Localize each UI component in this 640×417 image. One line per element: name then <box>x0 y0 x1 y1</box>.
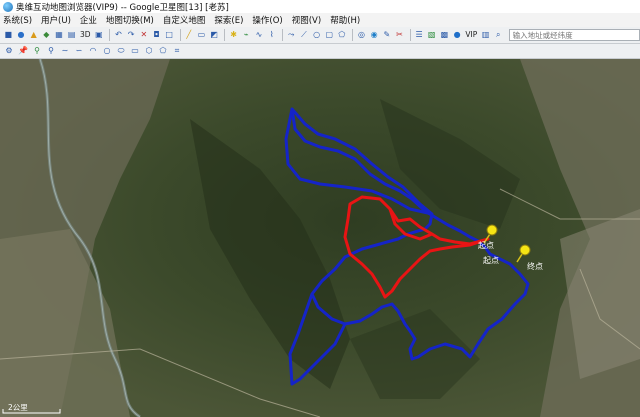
start-label-secondary: 起点 <box>483 256 499 265</box>
scissors-icon[interactable]: ✂ <box>394 29 405 41</box>
node-edit-icon[interactable]: ⌗ <box>171 45 183 57</box>
ellipse-icon[interactable]: ⬭ <box>115 45 127 57</box>
track-icon[interactable]: ⌁ <box>241 29 252 41</box>
menu-map-switch[interactable]: 地图切换(M) <box>106 14 154 26</box>
star-icon[interactable]: ✱ <box>228 29 239 41</box>
menu-system[interactable]: 系统(S) <box>3 14 32 26</box>
scale-label: 2公里 <box>8 403 28 412</box>
info-icon[interactable]: ▧ <box>426 29 437 41</box>
user-icon[interactable]: ● <box>16 29 27 41</box>
measure-icon[interactable]: ▭ <box>196 29 207 41</box>
undo-icon[interactable]: ↶ <box>113 29 124 41</box>
arc-icon[interactable]: ◠ <box>87 45 99 57</box>
menu-view[interactable]: 视图(V) <box>292 14 321 26</box>
area-icon[interactable]: ◩ <box>209 29 220 41</box>
route-icon[interactable]: ⤳ <box>286 29 297 41</box>
map-icon[interactable]: ▣ <box>94 29 105 41</box>
pin-green-icon[interactable]: ⚲ <box>31 45 43 57</box>
lock-icon[interactable]: ◘ <box>151 29 162 41</box>
tile-icon[interactable]: ▤ <box>66 29 77 41</box>
pin-yellow-icon[interactable]: 📌 <box>17 45 29 57</box>
list-icon[interactable]: ☰ <box>414 29 425 41</box>
menu-explore[interactable]: 探索(E) <box>214 14 243 26</box>
vip-button[interactable]: VIP <box>464 29 478 41</box>
save-icon[interactable]: ■ <box>3 29 14 41</box>
edit-icon[interactable]: ✎ <box>381 29 392 41</box>
toolbar-separator <box>224 29 226 41</box>
vip-icon[interactable]: ● <box>452 29 463 41</box>
app-logo-icon <box>3 1 13 12</box>
pin-blue-icon[interactable]: ⚲ <box>45 45 57 57</box>
drawing-toolbar: ⚙ 📌 ⚲ ⚲ ∼ ∽ ◠ ○ ⬭ ▭ ⬡ ⬠ ⌗ <box>0 44 640 59</box>
menu-operation[interactable]: 操作(O) <box>252 14 282 26</box>
grid-icon[interactable]: ▦ <box>54 29 65 41</box>
toolbar-separator <box>352 29 354 41</box>
satellite-map[interactable]: 起点 起点 终点 2公里 <box>0 59 640 417</box>
search-input[interactable] <box>508 29 640 41</box>
map-canvas[interactable] <box>0 59 640 417</box>
polygon-icon[interactable]: ⬠ <box>337 29 348 41</box>
title-bar: 奥维互动地图浏览器(VIP9) -- Google卫星图[13] [老苏] <box>0 0 640 13</box>
freehand-icon[interactable]: ∼ <box>59 45 71 57</box>
select-icon[interactable]: □ <box>164 29 175 41</box>
polyline-icon[interactable]: ∿ <box>254 29 265 41</box>
menu-enterprise[interactable]: 企业 <box>80 14 97 26</box>
menu-bar: 系统(S) 用户(U) 企业 地图切换(M) 自定义地图 探索(E) 操作(O)… <box>0 13 640 27</box>
globe-icon[interactable]: ◉ <box>369 29 380 41</box>
path-icon[interactable]: ⌇ <box>266 29 277 41</box>
toolbar-separator <box>109 29 111 41</box>
share-icon[interactable]: ▥ <box>480 29 491 41</box>
home-icon[interactable]: ▲ <box>28 29 39 41</box>
ruler-icon[interactable]: ╱ <box>183 29 194 41</box>
window-title: 奥维互动地图浏览器(VIP9) -- Google卫星图[13] [老苏] <box>16 2 229 13</box>
3d-button[interactable]: 3D <box>79 29 92 41</box>
redo-icon[interactable]: ↷ <box>126 29 137 41</box>
search-icon[interactable]: ⌕ <box>493 29 504 41</box>
clear-icon[interactable]: ✕ <box>138 29 149 41</box>
shape-icon[interactable]: ⬠ <box>157 45 169 57</box>
main-toolbar: ■ ● ▲ ◆ ▦ ▤ 3D ▣ ↶ ↷ ✕ ◘ □ ╱ ▭ ◩ ✱ ⌁ ∿ ⌇… <box>0 27 640 44</box>
chat-icon[interactable]: ▩ <box>439 29 450 41</box>
draw-line-icon[interactable]: ⟋ <box>299 29 310 41</box>
hexagon-icon[interactable]: ⬡ <box>143 45 155 57</box>
circle-icon[interactable]: ○ <box>311 29 322 41</box>
toolbar-separator <box>281 29 283 41</box>
menu-user[interactable]: 用户(U) <box>41 14 71 26</box>
toolbar-separator <box>409 29 411 41</box>
curve-icon[interactable]: ∽ <box>73 45 85 57</box>
rectangle-icon[interactable]: ▢ <box>324 29 335 41</box>
end-label: 终点 <box>527 262 543 271</box>
rect-outline-icon[interactable]: ▭ <box>129 45 141 57</box>
toolbar-separator <box>179 29 181 41</box>
layers-icon[interactable]: ◆ <box>41 29 52 41</box>
settings-icon[interactable]: ⚙ <box>3 45 15 57</box>
menu-custom-map[interactable]: 自定义地图 <box>163 14 206 26</box>
start-label: 起点 <box>478 241 494 250</box>
menu-help[interactable]: 帮助(H) <box>330 14 360 26</box>
target-icon[interactable]: ◎ <box>356 29 367 41</box>
circle-outline-icon[interactable]: ○ <box>101 45 113 57</box>
